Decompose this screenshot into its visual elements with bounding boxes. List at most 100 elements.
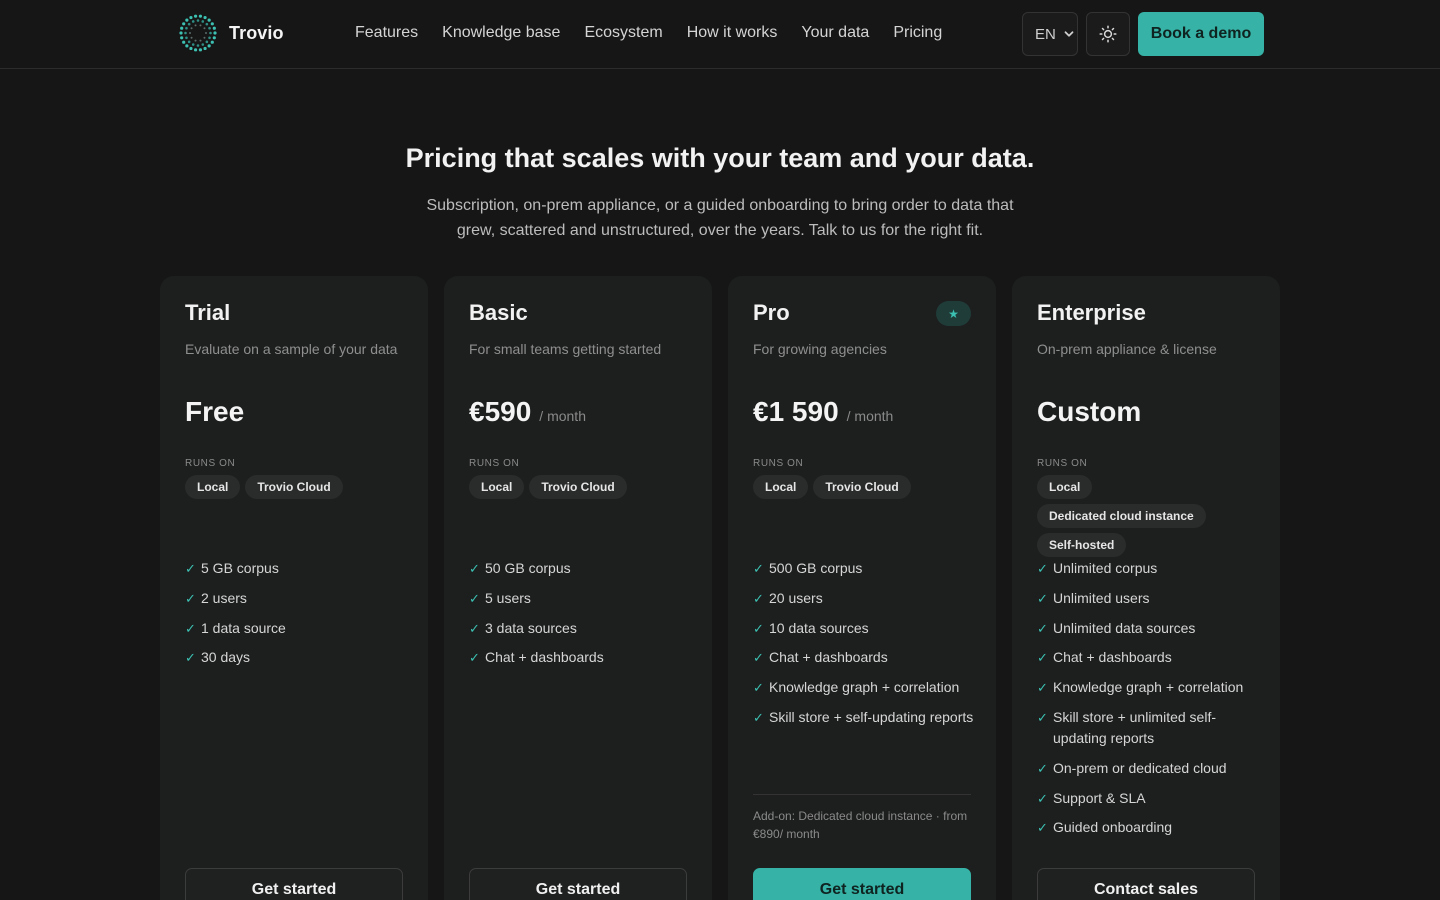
plan-price: €1 590 / month xyxy=(753,396,893,428)
feature-text: 10 data sources xyxy=(769,619,869,636)
book-demo-button[interactable]: Book a demo xyxy=(1138,12,1264,56)
feature-item: ✓ 3 data sources xyxy=(469,618,691,639)
runs-on-tag: Local xyxy=(753,475,809,499)
check-icon: ✓ xyxy=(469,650,480,666)
contact-sales-button[interactable]: Contact sales xyxy=(1037,868,1255,900)
feature-item: ✓ 10 data sources xyxy=(753,618,975,639)
plan-name: Pro xyxy=(753,300,790,325)
check-icon: ✓ xyxy=(185,650,196,666)
check-icon: ✓ xyxy=(185,620,196,636)
feature-item: ✓ Knowledge graph + correlation xyxy=(1037,677,1259,698)
get-started-button[interactable]: Get started xyxy=(185,868,403,900)
plan-description: On-prem appliance & license xyxy=(1037,341,1217,357)
plan-price: €590 / month xyxy=(469,396,586,428)
plan-price-amount: Custom xyxy=(1037,396,1142,427)
plan-description: For growing agencies xyxy=(753,341,887,357)
feature-text: Knowledge graph + correlation xyxy=(1053,679,1244,696)
feature-text: Chat + dashboards xyxy=(769,649,888,666)
plan-name: Trial xyxy=(185,300,231,325)
feature-text: Unlimited users xyxy=(1053,589,1150,606)
check-icon: ✓ xyxy=(469,561,480,576)
runs-on-label: RUNS ON xyxy=(1037,458,1088,469)
feature-text: Skill store + unlimited self-updating re… xyxy=(1053,708,1217,746)
runs-on-label: RUNS ON xyxy=(753,458,804,469)
runs-on-tags: Local Trovio Cloud xyxy=(185,475,407,499)
feature-list: ✓ Unlimited corpus ✓ Unlimited users ✓ Unli… xyxy=(1037,558,1259,847)
feature-item: ✓ 1 data source xyxy=(185,618,407,639)
plan-card-pro: Pro ★ For growing agencies €1 590 / mont… xyxy=(728,276,996,900)
nav-link-ecosystem[interactable]: Ecosystem xyxy=(584,23,662,43)
feature-item: ✓ Skill store + self-updating reports xyxy=(753,707,975,728)
feature-text: 3 data sources xyxy=(485,619,577,636)
feature-item: ✓ Skill store + unlimited self-updating r… xyxy=(1037,707,1259,749)
runs-on-tags: Local Trovio Cloud xyxy=(753,475,975,499)
runs-on-tag: Self-hosted xyxy=(1037,533,1127,557)
check-icon: ✓ xyxy=(185,561,196,576)
feature-text: On-prem or dedicated cloud xyxy=(1053,759,1227,776)
plan-price-amount: €590 xyxy=(469,396,532,427)
featured-star-badge: ★ xyxy=(936,301,971,326)
nav-link-pricing[interactable]: Pricing xyxy=(893,23,942,43)
page-subtitle: Subscription, on-prem appliance, or a gu… xyxy=(426,197,1014,239)
nav-link-how-it-works[interactable]: How it works xyxy=(687,23,778,43)
plan-name: Enterprise xyxy=(1037,300,1146,325)
nav-link-features[interactable]: Features xyxy=(355,23,418,43)
feature-text: Chat + dashboards xyxy=(485,649,604,666)
main-nav: Features Knowledge base Ecosystem How it… xyxy=(355,23,942,43)
check-icon: ✓ xyxy=(1037,590,1048,606)
get-started-button[interactable]: Get started xyxy=(753,868,971,900)
get-started-button[interactable]: Get started xyxy=(469,868,687,900)
plan-card-enterprise: Enterprise On-prem appliance & license C… xyxy=(1012,276,1280,900)
feature-text: Support & SLA xyxy=(1053,789,1146,806)
nav-link-your-data[interactable]: Your data xyxy=(801,23,869,43)
feature-item: ✓ 5 GB corpus xyxy=(185,558,407,579)
sun-icon xyxy=(1099,25,1117,43)
feature-list: ✓ 50 GB corpus ✓ 5 users ✓ 3 data sources ✓… xyxy=(469,558,691,677)
runs-on-tag: Trovio Cloud xyxy=(813,475,911,499)
feature-text: Chat + dashboards xyxy=(1053,649,1172,666)
runs-on-tag: Trovio Cloud xyxy=(529,475,627,499)
feature-item: ✓ Guided onboarding xyxy=(1037,817,1259,838)
check-icon: ✓ xyxy=(1037,709,1048,725)
plan-description: For small teams getting started xyxy=(469,341,662,357)
addon-note: Add-on: Dedicated cloud instance · from … xyxy=(753,809,968,841)
feature-list: ✓ 500 GB corpus ✓ 20 users ✓ 10 data source… xyxy=(753,558,975,737)
feature-item: ✓ 5 users xyxy=(469,588,691,609)
feature-list: ✓ 5 GB corpus ✓ 2 users ✓ 1 data source ✓ 30… xyxy=(185,558,407,677)
runs-on-tag: Local xyxy=(1037,475,1093,499)
feature-text: 20 users xyxy=(769,589,823,606)
runs-on-tag: Trovio Cloud xyxy=(245,475,343,499)
check-icon: ✓ xyxy=(753,680,764,696)
check-icon: ✓ xyxy=(753,620,764,636)
feature-text: 30 days xyxy=(201,649,251,666)
check-icon: ✓ xyxy=(1037,650,1048,666)
runs-on-tag: Local xyxy=(469,475,525,499)
feature-item: ✓ Support & SLA xyxy=(1037,788,1259,809)
check-icon: ✓ xyxy=(1037,790,1048,806)
feature-text: 50 GB corpus xyxy=(485,560,571,576)
runs-on-tag: Dedicated cloud instance xyxy=(1037,504,1206,528)
feature-item: ✓ Unlimited corpus xyxy=(1037,558,1259,579)
feature-text: 5 users xyxy=(485,589,531,606)
feature-text: 2 users xyxy=(201,589,247,606)
check-icon: ✓ xyxy=(753,709,764,725)
check-icon: ✓ xyxy=(753,650,764,666)
check-icon: ✓ xyxy=(469,620,480,636)
brand-logo[interactable]: Trovio xyxy=(178,13,284,53)
feature-item: ✓ 20 users xyxy=(753,588,975,609)
brand-name: Trovio xyxy=(229,22,284,43)
theme-toggle-button[interactable] xyxy=(1086,12,1130,56)
runs-on-tags: Local Trovio Cloud xyxy=(469,475,691,499)
feature-item: ✓ 30 days xyxy=(185,647,407,668)
plan-card-trial: Trial Evaluate on a sample of your data … xyxy=(160,276,428,900)
feature-text: Guided onboarding xyxy=(1053,819,1173,836)
nav-link-knowledge-base[interactable]: Knowledge base xyxy=(442,23,560,43)
feature-text: 5 GB corpus xyxy=(201,560,279,576)
language-select[interactable]: EN xyxy=(1022,12,1078,56)
feature-item: ✓ 50 GB corpus xyxy=(469,558,691,579)
feature-item: ✓ Chat + dashboards xyxy=(1037,647,1259,668)
feature-item: ✓ 500 GB corpus xyxy=(753,558,975,579)
plan-name: Basic xyxy=(469,300,528,325)
runs-on-label: RUNS ON xyxy=(469,458,520,469)
plan-price-period: / month xyxy=(539,408,586,424)
